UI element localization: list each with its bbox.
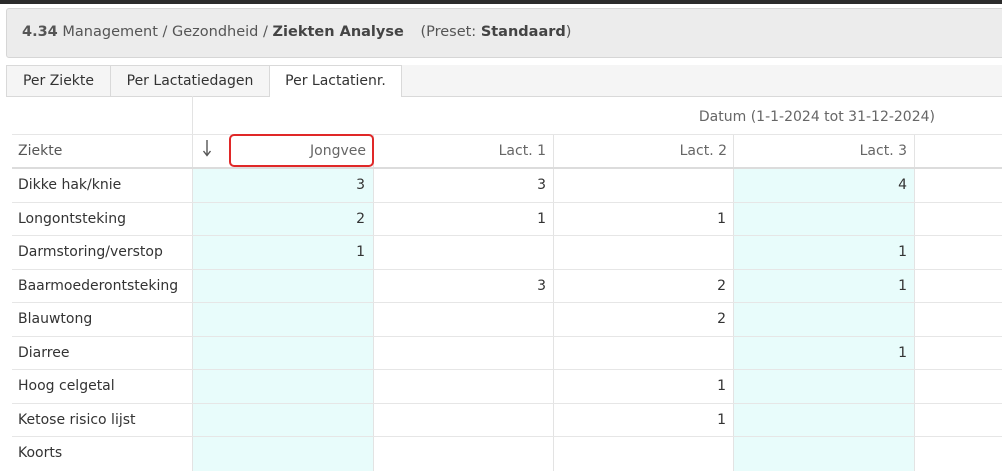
table-cell: 1 (717, 412, 726, 428)
row-label: Koorts (18, 445, 63, 461)
column-shade-lact3 (734, 168, 914, 471)
breadcrumb: 4.34 Management / Gezondheid / Ziekten A… (22, 24, 571, 40)
row-label: Hoog celgetal (18, 378, 115, 394)
grid-hline (12, 369, 1002, 370)
grid-hline (12, 403, 1002, 404)
annotation-highlight-box (229, 134, 374, 167)
row-label: Ketose risico lijst (18, 412, 136, 428)
column-header-lact2[interactable]: Lact. 2 (680, 143, 727, 159)
table-cell: 3 (537, 177, 546, 193)
tab-bar: Per Ziekte Per Lactatiedagen Per Lactati… (6, 65, 1002, 97)
page-header: 4.34 Management / Gezondheid / Ziekten A… (6, 8, 1002, 58)
table-cell: 1 (898, 345, 907, 361)
row-label: Longontsteking (18, 211, 126, 227)
table-cell: 2 (717, 311, 726, 327)
table-cell: 4 (898, 177, 907, 193)
grid-hline (12, 202, 1002, 203)
preset-suffix: ) (565, 24, 572, 40)
arrow-down-icon[interactable] (201, 138, 213, 158)
tab-per-lactatienr[interactable]: Per Lactatienr. (269, 65, 402, 97)
analysis-table: Datum (1-1-2024 tot 31-12-2024) Ziekte J… (12, 96, 1002, 471)
preset-info[interactable]: (Preset: Standaard) (420, 24, 571, 40)
page-title: Ziekten Analyse (272, 24, 404, 40)
table-cell: 1 (717, 211, 726, 227)
column-header-lact1[interactable]: Lact. 1 (499, 143, 546, 159)
column-header-ziekte[interactable]: Ziekte (18, 143, 62, 159)
table-cell: 3 (356, 177, 365, 193)
grid-hline (12, 269, 1002, 270)
date-range-header: Datum (1-1-2024 tot 31-12-2024) (698, 109, 935, 125)
table-cell: 3 (537, 278, 546, 294)
window-top-border (0, 0, 1002, 4)
grid-hline (12, 302, 1002, 303)
row-label: Dikke hak/knie (18, 177, 122, 193)
menu-number: 4.34 (22, 24, 58, 40)
tab-per-ziekte[interactable]: Per Ziekte (6, 65, 111, 96)
tab-per-lactatiedagen[interactable]: Per Lactatiedagen (110, 65, 270, 96)
table-cell: 2 (356, 211, 365, 227)
preset-prefix: (Preset: (420, 24, 477, 40)
row-label: Blauwtong (18, 311, 93, 327)
breadcrumb-section[interactable]: Management / Gezondheid / (62, 24, 268, 40)
grid-hline (12, 134, 1002, 135)
grid-hline (12, 436, 1002, 437)
column-header-lact3[interactable]: Lact. 3 (860, 143, 907, 159)
grid-hline (12, 336, 1002, 337)
table-cell: 1 (537, 211, 546, 227)
table-cell: 1 (717, 378, 726, 394)
grid-hline (12, 235, 1002, 236)
row-label: Diarree (18, 345, 70, 361)
table-cell: 1 (898, 278, 907, 294)
table-cell: 2 (717, 278, 726, 294)
table-cell: 1 (356, 244, 365, 260)
row-label: Darmstoring/verstop (18, 244, 163, 260)
preset-value: Standaard (480, 24, 566, 40)
row-label: Baarmoederontsteking (18, 278, 179, 294)
grid-vline (192, 96, 193, 471)
grid-hline (12, 167, 1002, 169)
table-cell: 1 (898, 244, 907, 260)
